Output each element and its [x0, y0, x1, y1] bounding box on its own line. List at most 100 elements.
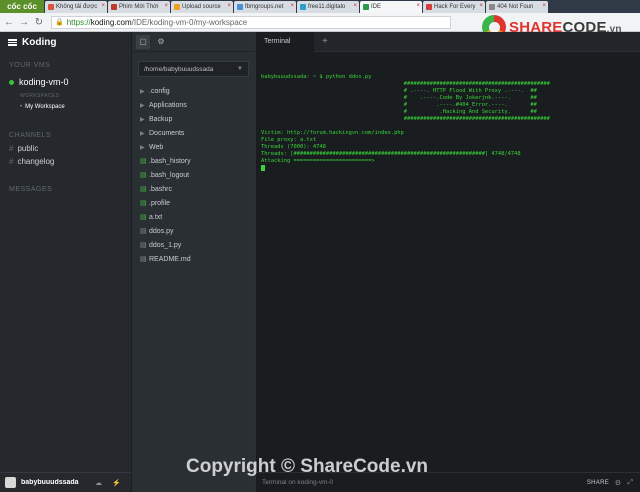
favicon-icon — [426, 4, 432, 10]
path-selector[interactable]: /home/babybuuudssada ▼ — [138, 61, 249, 77]
terminal-lines: babybuuudssada: ~ $ python ddos.py #####… — [261, 74, 640, 165]
terminal-cursor — [261, 165, 265, 171]
close-tab-icon[interactable]: × — [164, 3, 168, 9]
file-tree-item[interactable]: ▤ .bash_logout — [132, 168, 255, 182]
forward-icon[interactable]: → — [18, 16, 30, 28]
avatar[interactable] — [5, 477, 16, 488]
close-tab-icon[interactable]: × — [542, 3, 546, 9]
chevron-right-icon: ▶ — [140, 144, 145, 151]
browser-tab[interactable]: 404 Not Foun × — [486, 1, 548, 13]
file-tree-item[interactable]: ▤ ddos.py — [132, 224, 255, 238]
tab-terminal[interactable]: Terminal — [256, 31, 314, 52]
add-tab-button[interactable]: + — [322, 36, 328, 47]
file-tree-item[interactable]: ▶ .config — [132, 84, 255, 98]
file-tree-item[interactable]: ▤ .profile — [132, 196, 255, 210]
back-icon[interactable]: ← — [3, 16, 15, 28]
file-name: ddos.py — [149, 227, 174, 235]
bullet-icon: • — [20, 104, 23, 110]
file-name: ddos_1.py — [149, 241, 182, 249]
terminal-line: Victim: http://forum.hackingvn.com/index… — [261, 130, 404, 136]
channel-changelog[interactable]: # changelog — [0, 157, 131, 166]
file-icon: ▤ — [140, 256, 147, 263]
chevron-right-icon: ▶ — [140, 116, 145, 123]
close-tab-icon[interactable]: × — [416, 3, 420, 9]
cloud-icon[interactable]: ☁ — [95, 479, 102, 487]
copyright-watermark: Copyright © ShareCode.vn — [186, 456, 429, 477]
file-tree-item[interactable]: ▤ .bash_history — [132, 154, 255, 168]
browser-tab[interactable]: IDE × — [360, 1, 422, 13]
your-vms-heading: YOUR VMS — [9, 62, 51, 69]
terminal-line: babybuuudssada: ~ $ python ddos.py — [261, 74, 372, 80]
file-name: Web — [149, 143, 164, 151]
favicon-icon — [48, 4, 54, 10]
url-host: koding.com — [90, 17, 132, 27]
settings-tab-icon[interactable]: ⚙ — [154, 35, 168, 49]
browser-tab-label: IDE — [371, 4, 382, 10]
channel-label: changelog — [17, 157, 55, 166]
file-tree-item[interactable]: ▶ Applications — [132, 98, 255, 112]
browser-tab[interactable]: Không tải được × — [45, 1, 107, 13]
close-tab-icon[interactable]: × — [479, 3, 483, 9]
workspace-item[interactable]: • My Workspace — [0, 104, 131, 110]
koding-brand[interactable]: Koding — [0, 32, 131, 52]
terminal-output[interactable]: babybuuudssada: ~ $ python ddos.py #####… — [256, 52, 640, 180]
url-field[interactable]: 🔒 https:// koding.com /IDE/koding-vm-0/m… — [51, 15, 451, 29]
file-name: README.md — [149, 255, 191, 263]
terminal-line: # .----.Code By Jokerjnk.----. ## — [261, 95, 537, 101]
browser-tab-label: Không tải được — [56, 4, 98, 10]
browser-tab[interactable]: Phim Mới Thời × — [108, 1, 170, 13]
channel-public[interactable]: # public — [0, 144, 131, 153]
file-tree-item[interactable]: ▤ a.txt — [132, 210, 255, 224]
folder-tab-icon[interactable]: ▢ — [136, 34, 150, 49]
sidebar: Koding YOUR VMS koding-vm-0 WORKSPACES •… — [0, 32, 131, 492]
reload-icon[interactable]: ↻ — [33, 16, 45, 28]
file-tree-item[interactable]: ▤ README.md — [132, 252, 255, 266]
username[interactable]: babybuuudssada — [21, 479, 85, 486]
channel-label: public — [17, 144, 39, 153]
file-tree-panel: ▢ ⚙ /home/babybuuudssada ▼ ▶ .config ▶ Appl… — [131, 32, 255, 492]
settings-icon[interactable]: ⚙ — [615, 479, 621, 487]
menu-icon[interactable] — [8, 38, 17, 46]
terminal-tabs: Terminal + — [256, 31, 640, 52]
share-button[interactable]: SHARE — [587, 480, 609, 486]
file-tree-item[interactable]: ▶ Web — [132, 140, 255, 154]
favicon-icon — [174, 4, 180, 10]
file-name: a.txt — [149, 213, 163, 221]
workspaces-heading: WORKSPACES — [20, 93, 60, 99]
terminal-line: Threads (7000): 4748 — [261, 144, 326, 150]
url-scheme: https:// — [66, 17, 91, 27]
fullscreen-icon[interactable]: ⤢ — [627, 479, 633, 487]
brand-label: Koding — [22, 36, 57, 48]
terminal-line: ########################################… — [261, 81, 550, 87]
browser-tab-label: Phim Mới Thời — [119, 4, 159, 10]
file-tree-item[interactable]: ▶ Documents — [132, 126, 255, 140]
browser-tab-label: Hack For Every — [434, 4, 476, 10]
file-tree-item[interactable]: ▤ .bashrc — [132, 182, 255, 196]
terminal-line: Threads: [##############################… — [261, 151, 521, 157]
terminal-line: Attacking ========================> — [261, 158, 375, 164]
browser-tab[interactable]: fbmgroups.net × — [234, 1, 296, 13]
file-icon: ▤ — [140, 186, 147, 193]
file-tree-tabs: ▢ ⚙ — [132, 32, 255, 52]
browser-tab-bar: cốc cốc Không tải được × Phim Mới Thời × Upl… — [0, 0, 640, 13]
close-tab-icon[interactable]: × — [353, 3, 357, 9]
file-list: ▶ .config ▶ Applications ▶ Backup ▶ Documents ▶ W… — [132, 84, 255, 266]
vm-item[interactable]: koding-vm-0 — [0, 77, 131, 87]
file-tree-item[interactable]: ▤ ddos_1.py — [132, 238, 255, 252]
bolt-icon[interactable]: ⚡ — [112, 479, 121, 487]
file-name: Applications — [149, 101, 187, 109]
terminal-line: ########################################… — [261, 116, 550, 122]
browser-tab[interactable]: Upload source × — [171, 1, 233, 13]
browser-tab[interactable]: Hack For Every × — [423, 1, 485, 13]
close-tab-icon[interactable]: × — [101, 3, 105, 9]
file-icon: ▤ — [140, 228, 147, 235]
favicon-icon — [300, 4, 306, 10]
favicon-icon — [237, 4, 243, 10]
file-tree-item[interactable]: ▶ Backup — [132, 112, 255, 126]
chevron-down-icon: ▼ — [237, 66, 243, 72]
browser-logo[interactable]: cốc cốc — [0, 0, 44, 13]
close-tab-icon[interactable]: × — [227, 3, 231, 9]
browser-tab[interactable]: free11.digitalo × — [297, 1, 359, 13]
close-tab-icon[interactable]: × — [290, 3, 294, 9]
